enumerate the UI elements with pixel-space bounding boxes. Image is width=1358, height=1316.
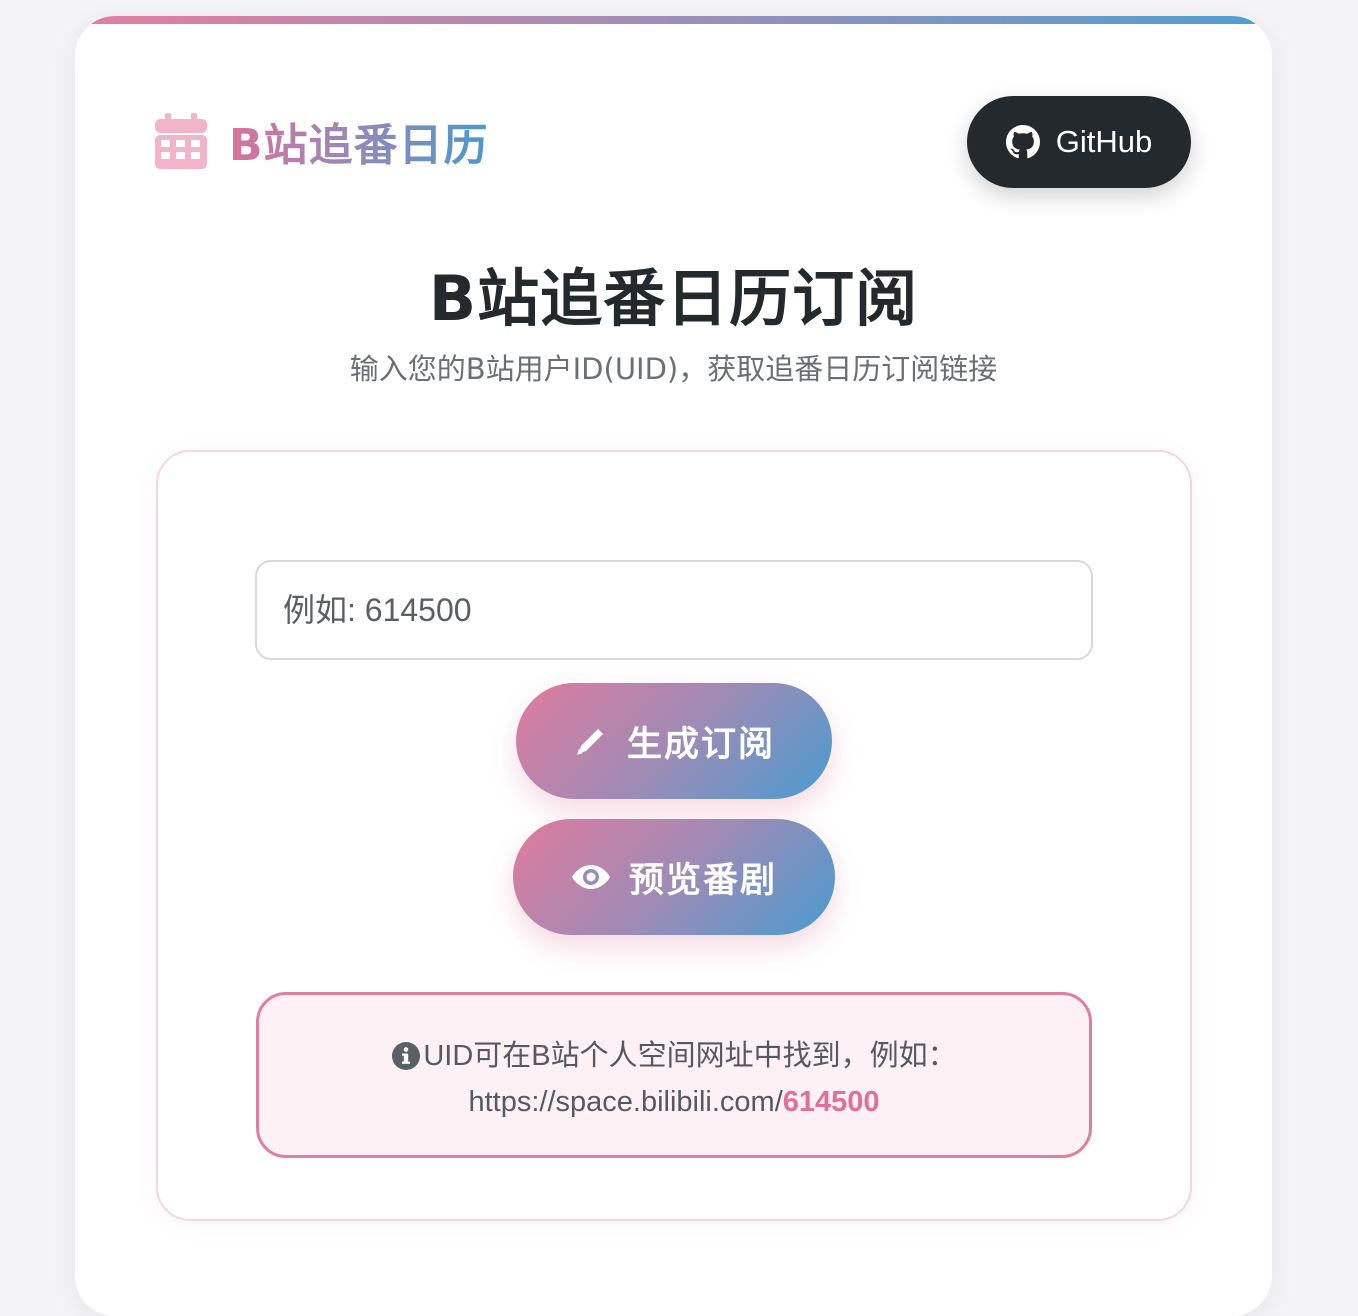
hint-text: UID可在B站个人空间网址中找到，例如： [423, 1040, 957, 1072]
brand-title: B站追番日历 [229, 109, 489, 173]
github-label: GitHub [1055, 124, 1153, 159]
subscription-form: 生成订阅 预览番剧 UID可在B站个人空间网址中找到，例如： [156, 450, 1192, 1221]
github-button[interactable]: GitHub [967, 96, 1191, 188]
uid-input[interactable] [255, 560, 1093, 660]
preview-anime-label: 预览番剧 [628, 860, 777, 901]
pencil-icon [576, 729, 603, 755]
github-icon [1005, 125, 1040, 159]
calendar-icon [155, 113, 207, 169]
generate-subscription-label: 生成订阅 [626, 724, 775, 765]
info-icon [392, 1042, 421, 1070]
page-title: B站追番日历订阅 [428, 262, 919, 335]
hint-line-2: https://space.bilibili.com/614500 [259, 1079, 1089, 1125]
generate-subscription-button[interactable]: 生成订阅 [516, 683, 832, 799]
page-subtitle: 输入您的B站用户ID(UID)，获取追番日历订阅链接 [349, 352, 998, 386]
preview-anime-button[interactable]: 预览番剧 [513, 819, 835, 935]
card-top-gradient-bar [75, 16, 1272, 24]
uid-hint-box: UID可在B站个人空间网址中找到，例如： https://space.bilib… [256, 992, 1092, 1158]
eye-icon [571, 865, 610, 889]
brand: B站追番日历 [155, 111, 489, 171]
hint-line-1: UID可在B站个人空间网址中找到，例如： [259, 1033, 1089, 1079]
main-card: B站追番日历 GitHub B站追番日历订阅 输入您的B站用户ID(UID)，获… [75, 16, 1272, 1316]
hint-url-prefix: https://space.bilibili.com/ [468, 1086, 783, 1118]
hint-url-uid: 614500 [782, 1086, 880, 1118]
